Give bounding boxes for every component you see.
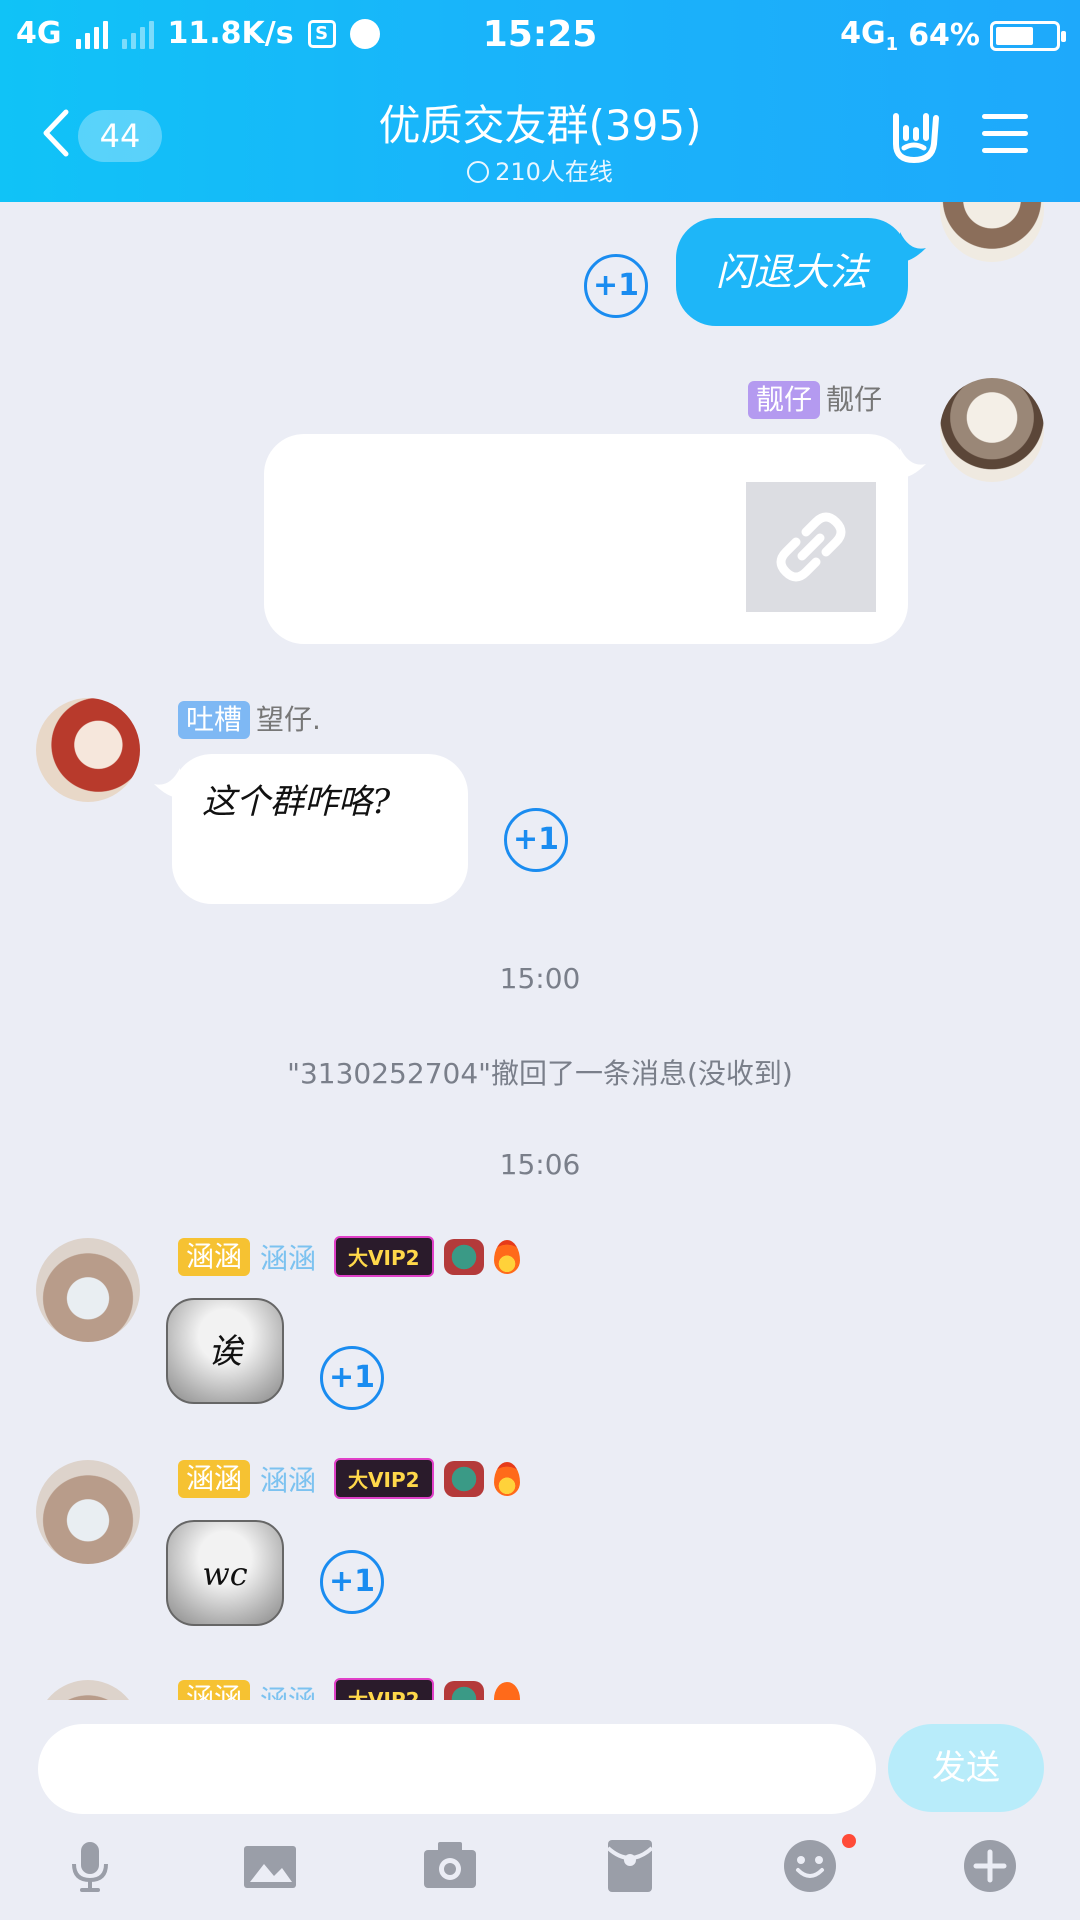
- message-bubble[interactable]: wc: [166, 1520, 284, 1626]
- rock-hand-icon[interactable]: [886, 108, 944, 166]
- sender-name: 涵涵: [260, 1241, 317, 1275]
- network-right-label: 4G1: [840, 16, 899, 55]
- avatar-user[interactable]: [36, 1680, 140, 1700]
- plus-one-button[interactable]: +1: [584, 254, 648, 318]
- dragon-icon: [443, 1460, 484, 1497]
- bubble-tail-icon: [154, 768, 180, 798]
- message-bubble-self[interactable]: 闪退大法: [676, 218, 908, 326]
- link-thumbnail: [746, 482, 876, 612]
- bubble-tail-icon: [900, 448, 926, 478]
- timestamp: 15:00: [499, 962, 581, 995]
- fire-icon: [493, 1461, 520, 1496]
- plus-one-button[interactable]: +1: [320, 1550, 384, 1614]
- title-tag: 靓仔: [748, 381, 821, 419]
- sender-name: 靓仔: [826, 383, 883, 416]
- dragon-icon: [443, 1680, 484, 1700]
- send-button[interactable]: 发送: [888, 1724, 1044, 1812]
- image-icon[interactable]: [242, 1838, 298, 1894]
- fire-icon: [493, 1681, 520, 1700]
- message-input[interactable]: [38, 1724, 876, 1814]
- avatar-user[interactable]: [36, 1238, 140, 1342]
- title-tag: 吐槽: [178, 701, 251, 739]
- message-text: 这个群咋咯?: [202, 782, 391, 822]
- avatar-self[interactable]: [940, 378, 1044, 482]
- plus-one-button[interactable]: +1: [320, 1346, 384, 1410]
- menu-icon[interactable]: [982, 114, 1028, 154]
- link-card-bubble[interactable]: [264, 434, 908, 644]
- sender-line: 涵涵 涵涵 大VIP2: [178, 1236, 520, 1277]
- status-bar: 4G 11.8K/s S 15:25 4G1 64%: [0, 0, 1080, 74]
- sender-name: 涵涵: [260, 1463, 317, 1497]
- title-tag: 涵涵: [178, 1459, 251, 1498]
- microphone-icon[interactable]: [62, 1838, 118, 1894]
- message-bubble[interactable]: 这个群咋咯?: [172, 754, 468, 904]
- message-text: 诶: [208, 1332, 242, 1372]
- online-check-icon: [467, 161, 490, 183]
- plus-icon[interactable]: [962, 1838, 1018, 1894]
- vip-badge: 大VIP2: [334, 1458, 434, 1499]
- sender-name: 涵涵: [260, 1683, 317, 1701]
- sender-line: 涵涵 涵涵 大VIP2: [178, 1678, 520, 1700]
- message-text: 闪退大法: [715, 250, 868, 294]
- camera-icon[interactable]: [422, 1838, 478, 1894]
- chat-area[interactable]: +1 闪退大法 靓仔 靓仔 吐槽 望仔. 这个群咋咯? +1 15:00 "3130…: [0, 202, 1080, 1700]
- vip-badge: 大VIP2: [334, 1678, 434, 1700]
- input-bar: 发送: [0, 1700, 1080, 1920]
- title-tag: 涵涵: [178, 1679, 251, 1700]
- message-bubble[interactable]: 诶: [166, 1298, 284, 1404]
- recall-notice: "3130252704"撤回了一条消息(没收到): [287, 1057, 793, 1090]
- sender-line: 涵涵 涵涵 大VIP2: [178, 1458, 520, 1499]
- avatar-user[interactable]: [36, 1460, 140, 1564]
- emoji-icon[interactable]: [782, 1838, 838, 1894]
- notification-dot: [842, 1834, 856, 1848]
- bubble-tail-icon: [900, 232, 926, 262]
- battery-icon: [990, 20, 1066, 51]
- red-packet-icon[interactable]: [602, 1838, 658, 1894]
- plus-one-button[interactable]: +1: [504, 808, 568, 872]
- vip-badge: 大VIP2: [334, 1236, 434, 1277]
- sender-name: 望仔.: [256, 703, 321, 736]
- dragon-icon: [443, 1238, 484, 1275]
- avatar-self[interactable]: [940, 202, 1044, 262]
- header-bar: 4G 11.8K/s S 15:25 4G1 64% 44 优质交友群(395)…: [0, 0, 1080, 202]
- fire-icon: [493, 1239, 520, 1274]
- battery-percent: 64%: [908, 18, 980, 53]
- message-text: wc: [202, 1555, 248, 1593]
- sender-line: 吐槽 望仔.: [178, 698, 321, 739]
- timestamp: 15:06: [499, 1148, 581, 1181]
- link-icon: [776, 512, 846, 582]
- avatar-user[interactable]: [36, 698, 140, 802]
- sender-line: 靓仔 靓仔: [748, 378, 883, 419]
- title-tag: 涵涵: [178, 1237, 251, 1276]
